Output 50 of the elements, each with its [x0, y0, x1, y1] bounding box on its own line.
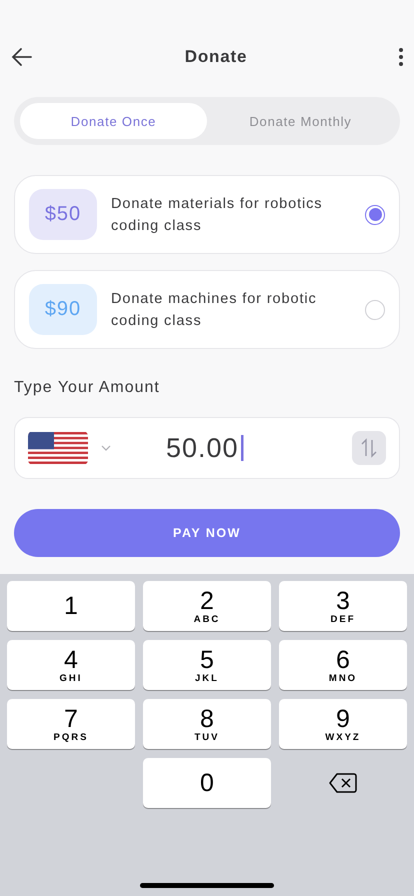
amount-value: 50.00	[166, 432, 239, 464]
amount-chip: $50	[29, 189, 97, 240]
keyboard-key[interactable]: 6 MNO	[279, 640, 407, 690]
key-digit: 3	[336, 588, 350, 614]
radio-button[interactable]	[365, 204, 385, 224]
option-description: Donate machines for robotic coding class	[111, 290, 318, 330]
key-digit: 4	[64, 646, 78, 672]
key-digit: 2	[200, 588, 214, 614]
swap-icon	[359, 438, 379, 458]
more-icon[interactable]	[398, 47, 404, 67]
radio-button[interactable]	[365, 300, 385, 320]
back-icon[interactable]	[10, 45, 34, 69]
key-letters: JKL	[195, 672, 219, 684]
flag-icon	[28, 431, 88, 465]
key-letters: TUV	[194, 732, 220, 742]
key-digit: 9	[336, 706, 350, 732]
option-description: Donate materials for robotics coding class	[111, 194, 324, 236]
keyboard-key[interactable]: 4 GHI	[7, 640, 135, 690]
amount-chip: $90	[29, 284, 97, 335]
keyboard-key[interactable]: 5 JKL	[143, 640, 271, 690]
tab[interactable]: Donate Once	[20, 103, 207, 139]
key-digit: 0	[200, 770, 214, 796]
key-letters: ABC	[194, 614, 220, 624]
text-cursor-icon	[240, 435, 244, 461]
keyboard-key[interactable]: 9 WXYZ	[279, 699, 407, 749]
key-letters: GHI	[60, 672, 82, 684]
key-digit: 1	[64, 593, 78, 619]
keyboard-key[interactable]: 2 ABC	[143, 581, 271, 631]
keyboard-key[interactable]: 3 DEF	[279, 581, 407, 631]
amount-field[interactable]: 50.00	[14, 417, 400, 479]
swap-button[interactable]	[352, 431, 386, 465]
section-label: Type Your Amount	[14, 379, 161, 397]
keyboard-key[interactable]: 7 PQRS	[7, 699, 135, 749]
key-letters: PQRS	[54, 732, 88, 742]
donation-option[interactable]: $90 Donate machines for robotic coding class	[14, 270, 400, 349]
pay-button[interactable]: PAY NOW	[14, 509, 400, 557]
keyboard-key[interactable]: 1	[7, 581, 135, 631]
key-letters: WXYZ	[325, 732, 361, 742]
key-digit: 6	[336, 646, 350, 672]
chevron-icon[interactable]	[101, 445, 111, 451]
keyboard-key[interactable]: 8 TUV	[143, 699, 271, 749]
donation-option[interactable]: $50 Donate materials for robotics coding class	[14, 175, 400, 254]
key-digit: 5	[200, 646, 214, 672]
key-digit: 7	[64, 706, 78, 732]
keyboard-key[interactable]: 0	[143, 758, 271, 808]
backspace-icon	[329, 773, 357, 793]
screen-title: Donate	[184, 47, 248, 67]
key-letters: DEF	[330, 614, 356, 624]
key-letters: MNO	[328, 672, 358, 684]
key-digit: 8	[200, 706, 214, 732]
